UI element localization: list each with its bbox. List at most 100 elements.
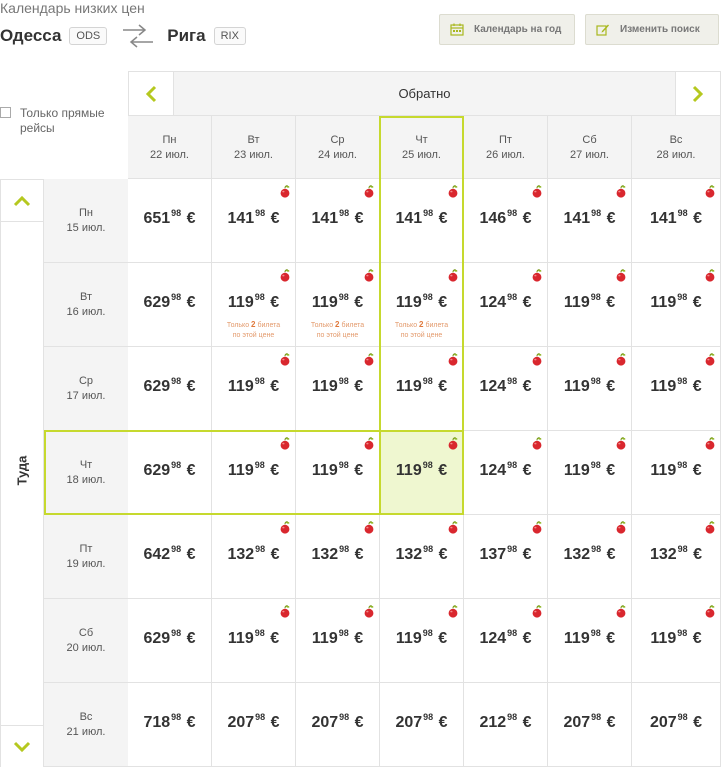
price-cell[interactable]: 14198 € <box>548 179 632 263</box>
price-cell[interactable]: 14698 € <box>464 179 548 263</box>
price-cell[interactable]: 12498 € <box>464 599 548 683</box>
price-currency: € <box>354 210 364 227</box>
return-date-header[interactable]: Сб 27 июл. <box>548 116 632 179</box>
price-cell[interactable]: 11998 € <box>212 347 296 431</box>
price-cell[interactable]: 12498 € <box>464 431 548 515</box>
price-cell[interactable]: 14198 € <box>632 179 721 263</box>
price-cell[interactable]: 11998 € <box>380 431 464 515</box>
price-main: 119 <box>395 630 422 647</box>
apple-deal-icon <box>615 185 627 198</box>
price-cell[interactable]: 11998 € Только 2 билета по этой цене <box>380 263 464 347</box>
price-cell[interactable]: 11998 € Только 2 билета по этой цене <box>296 263 380 347</box>
prev-week-button[interactable] <box>129 72 174 115</box>
price-cell[interactable]: 20798 € <box>632 683 721 767</box>
price-cell[interactable]: 12498 € <box>464 347 548 431</box>
price-cell[interactable]: 13298 € <box>212 515 296 599</box>
price-main: 124 <box>479 630 507 647</box>
price-cell[interactable]: 11998 € <box>632 431 721 515</box>
price-cell[interactable]: 13298 € <box>548 515 632 599</box>
departure-date-header[interactable]: Ср 17 июл. <box>44 347 128 431</box>
price-cell[interactable]: 11998 € <box>632 347 721 431</box>
price-cell[interactable]: 12498 € <box>464 263 548 347</box>
price-cell[interactable]: 20798 € <box>296 683 380 767</box>
return-date-header[interactable]: Пн 22 июл. <box>128 116 212 179</box>
price-cents: 98 <box>422 292 433 302</box>
price-value: 11998 € <box>548 292 631 312</box>
price-currency: € <box>692 378 702 395</box>
return-date-header[interactable]: Вс 28 июл. <box>632 116 721 179</box>
return-date-navigation: Обратно <box>128 71 721 116</box>
price-cell[interactable]: 20798 € <box>212 683 296 767</box>
price-cell[interactable]: 11998 € <box>296 347 380 431</box>
price-currency: € <box>186 378 196 395</box>
price-cell[interactable]: 13298 € <box>296 515 380 599</box>
price-cell[interactable]: 13298 € <box>380 515 464 599</box>
departure-date: 20 июл. <box>66 641 106 654</box>
price-cell[interactable]: 11998 € <box>380 599 464 683</box>
price-cell[interactable]: 11998 € <box>296 431 380 515</box>
price-cell[interactable]: 11998 € <box>632 599 721 683</box>
price-cell[interactable]: 11998 € <box>548 263 632 347</box>
price-cell[interactable]: 20798 € <box>380 683 464 767</box>
price-cell[interactable]: 14198 € <box>380 179 464 263</box>
return-date-header[interactable]: Ср 24 июл. <box>296 116 380 179</box>
price-currency: € <box>186 294 196 311</box>
price-main: 119 <box>395 378 422 395</box>
departure-weekday: Пн <box>79 206 93 219</box>
price-cell[interactable]: 62998 € <box>128 431 212 515</box>
price-currency: € <box>606 714 616 731</box>
price-cell[interactable]: 21298 € <box>464 683 548 767</box>
apple-deal-icon <box>531 437 543 450</box>
price-currency: € <box>438 546 448 563</box>
departure-date-header[interactable]: Сб 20 июл. <box>44 599 128 683</box>
departure-date-header[interactable]: Пн 15 июл. <box>44 179 128 263</box>
price-cell[interactable]: 13298 € <box>632 515 721 599</box>
price-cents: 98 <box>590 628 601 638</box>
price-cell[interactable]: 62998 € <box>128 263 212 347</box>
price-cents: 98 <box>254 460 265 470</box>
price-cents: 98 <box>591 712 602 722</box>
price-cell[interactable]: 11998 € <box>548 431 632 515</box>
price-cell[interactable]: 65198 € <box>128 179 212 263</box>
price-cell[interactable]: 11998 € <box>548 347 632 431</box>
apple-deal-icon <box>704 269 716 282</box>
price-cell[interactable]: 64298 € <box>128 515 212 599</box>
return-date: 23 июл. <box>234 149 273 161</box>
price-cell[interactable]: 14198 € <box>296 179 380 263</box>
return-date: 28 июл. <box>656 149 696 161</box>
price-cell[interactable]: 11998 € <box>548 599 632 683</box>
price-cell[interactable]: 11998 € <box>380 347 464 431</box>
departure-date-header[interactable]: Вс 21 июл. <box>44 683 128 767</box>
departure-date-header[interactable]: Пт 19 июл. <box>44 515 128 599</box>
departure-date-header[interactable]: Чт 18 июл. <box>44 431 128 515</box>
price-cell[interactable]: 11998 € <box>632 263 721 347</box>
next-week-button[interactable] <box>675 72 720 115</box>
change-search-button[interactable]: Изменить поиск <box>585 14 719 45</box>
price-cents: 98 <box>338 292 349 302</box>
price-cell[interactable]: 13798 € <box>464 515 548 599</box>
return-date-header[interactable]: Чт 25 июл. <box>380 116 464 179</box>
next-departure-week-button[interactable] <box>1 725 43 767</box>
return-date-header[interactable]: Пт 26 июл. <box>464 116 548 179</box>
price-cents: 98 <box>423 544 434 554</box>
price-cell[interactable]: 20798 € <box>548 683 632 767</box>
price-cell[interactable]: 14198 € <box>212 179 296 263</box>
apple-deal-icon <box>531 269 543 282</box>
prev-departure-week-button[interactable] <box>1 180 43 222</box>
price-cell[interactable]: 11998 € <box>296 599 380 683</box>
return-date-header[interactable]: Вт 23 июл. <box>212 116 296 179</box>
price-main: 629 <box>143 378 171 395</box>
price-cell[interactable]: 71898 € <box>128 683 212 767</box>
year-calendar-button[interactable]: Календарь на год <box>439 14 575 45</box>
swap-arrows-icon[interactable] <box>121 21 155 51</box>
price-currency: € <box>186 714 196 731</box>
price-cell[interactable]: 62998 € <box>128 599 212 683</box>
price-cell[interactable]: 11998 € <box>212 599 296 683</box>
price-cell[interactable]: 11998 € <box>212 431 296 515</box>
apple-deal-icon <box>615 353 627 366</box>
price-cell[interactable]: 11998 € Только 2 билета по этой цене <box>212 263 296 347</box>
price-cents: 98 <box>171 460 182 470</box>
departure-date-header[interactable]: Вт 16 июл. <box>44 263 128 347</box>
price-value: 11998 € <box>632 292 720 312</box>
price-cell[interactable]: 62998 € <box>128 347 212 431</box>
